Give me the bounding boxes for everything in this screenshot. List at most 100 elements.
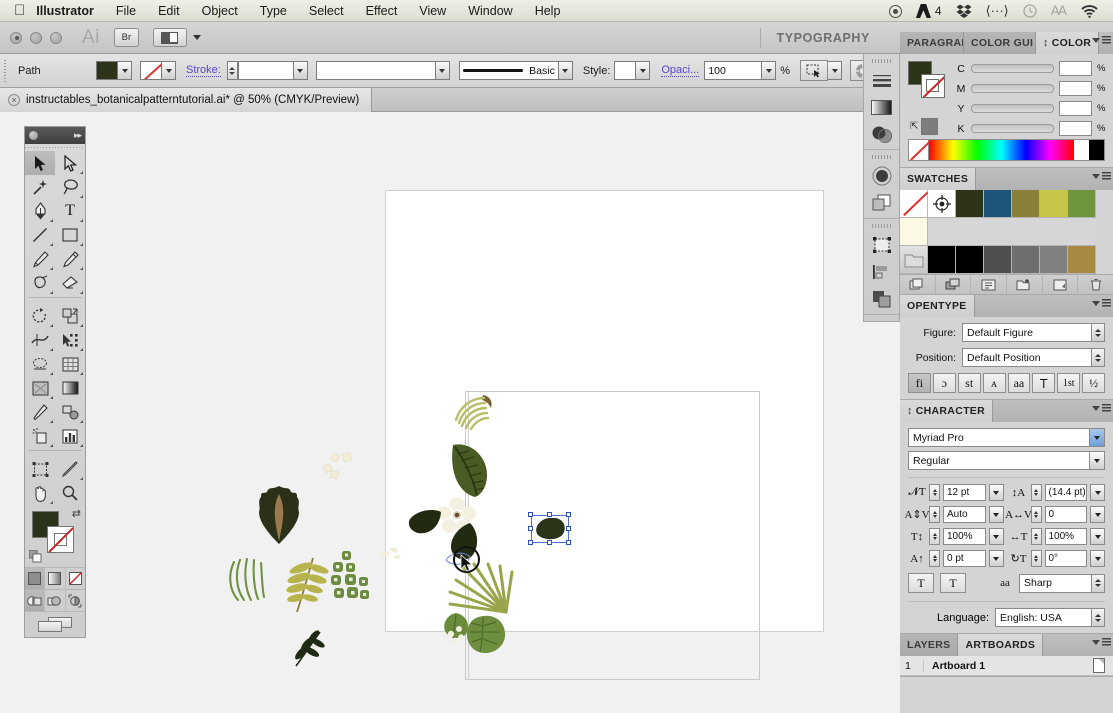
artboards-panel-menu[interactable] [1092, 638, 1111, 646]
fractions-button[interactable]: ½ [1082, 373, 1105, 393]
graphic-styles-panel-icon[interactable] [871, 193, 893, 213]
horizontal-scale-field[interactable]: 100% [1044, 528, 1087, 545]
opacity-control[interactable]: 100 [704, 61, 777, 80]
baseline-shift-stepper[interactable] [929, 550, 940, 567]
leading-stepper[interactable] [1030, 484, 1042, 501]
selection-handle-br[interactable] [566, 540, 571, 545]
language-stepper-icon[interactable] [1091, 608, 1105, 627]
striped-circle-leaf[interactable] [228, 556, 270, 602]
dropbox-icon[interactable] [949, 4, 979, 19]
close-window-button[interactable] [10, 31, 22, 44]
swatch-empty-4[interactable] [1012, 218, 1040, 246]
artboard-tool[interactable] [25, 457, 55, 481]
channel-slider-m[interactable] [971, 84, 1054, 93]
color-spectrum-ramp[interactable] [908, 139, 1105, 161]
opacity-label[interactable]: Opaci... [661, 64, 700, 77]
appearance-panel-icon[interactable] [871, 166, 893, 186]
selection-handle-mr[interactable] [566, 526, 571, 531]
ordinals-button[interactable]: 1st [1057, 373, 1081, 393]
artboard-row[interactable]: 1 Artboard 1 [900, 656, 1113, 676]
graphic-style-control[interactable] [614, 61, 651, 80]
width-tool[interactable] [25, 328, 55, 352]
leading-control[interactable]: ↕A (14.4 pt) [1010, 484, 1105, 501]
selection-handle-tr[interactable] [566, 512, 571, 517]
menu-window[interactable]: Window [457, 4, 523, 18]
swatch-empty-5[interactable] [1040, 218, 1068, 246]
channel-value-y[interactable] [1059, 101, 1092, 116]
menu-effect[interactable]: Effect [355, 4, 409, 18]
vertical-scale-field[interactable]: 100% [943, 528, 986, 545]
font-style-combo[interactable]: Regular [908, 451, 1105, 470]
swatches-panel-menu[interactable] [1092, 172, 1111, 180]
new-swatch-button[interactable] [1043, 275, 1079, 294]
menu-object[interactable]: Object [191, 4, 249, 18]
default-fill-stroke-icon[interactable] [28, 549, 42, 563]
hand-tool[interactable] [25, 481, 55, 505]
menu-view[interactable]: View [408, 4, 457, 18]
channel-value-m[interactable] [1059, 81, 1092, 96]
channel-value-k[interactable] [1059, 121, 1092, 136]
arrange-documents-chevron-icon[interactable] [192, 35, 201, 40]
selection-handle-tc[interactable] [547, 512, 552, 517]
underline-button[interactable]: T [908, 573, 934, 593]
discretionary-ligatures-button[interactable]: st [957, 373, 981, 393]
stylistic-alternates-button[interactable]: aa [1007, 373, 1031, 393]
blob-brush-tool[interactable] [25, 271, 55, 295]
gradient-fill-mode-button[interactable] [45, 568, 66, 589]
slice-tool[interactable] [55, 457, 85, 481]
swatch-yellow-green[interactable] [1040, 190, 1068, 218]
language-select[interactable]: English: USA [995, 608, 1105, 627]
apple-menu-icon[interactable]:  [14, 3, 25, 18]
rectangle-tool[interactable] [55, 223, 85, 247]
swatch-khaki[interactable] [1012, 190, 1040, 218]
draw-behind-button[interactable] [45, 590, 66, 611]
strikethrough-button[interactable]: T [940, 573, 966, 593]
workspace-switcher[interactable]: TYPOGRAPHY [776, 31, 870, 45]
paintbrush-tool[interactable] [25, 247, 55, 271]
adobe-cc-icon[interactable]: 4 [909, 4, 949, 18]
symbol-sprayer-tool[interactable] [25, 424, 55, 448]
select-similar-dropdown-arrow[interactable] [828, 61, 843, 80]
menu-select[interactable]: Select [298, 4, 355, 18]
panel-grip[interactable] [871, 59, 892, 63]
swatch-tan[interactable] [1068, 246, 1096, 274]
pencil-tool[interactable] [55, 247, 85, 271]
selection-tool[interactable] [25, 151, 55, 175]
kerning-stepper[interactable] [929, 506, 940, 523]
tab-artboards[interactable]: ARTBOARDS [958, 634, 1044, 656]
figure-select[interactable]: Default Figure [962, 323, 1105, 342]
menu-help[interactable]: Help [524, 4, 572, 18]
wifi-icon[interactable] [1074, 4, 1105, 18]
perspective-grid-tool[interactable] [25, 352, 55, 376]
gradient-mesh-tool[interactable] [25, 376, 55, 400]
swatch-empty-3[interactable] [984, 218, 1012, 246]
swatch-gray-1[interactable] [1012, 246, 1040, 274]
stroke-weight-stepper[interactable] [226, 61, 238, 80]
horizontal-scale-dropdown-arrow[interactable] [1090, 528, 1105, 545]
veined-leaf-green[interactable] [447, 439, 493, 499]
stroke-dropdown-arrow[interactable] [162, 61, 176, 80]
horizontal-scale-control[interactable]: ↔T 100% [1010, 528, 1105, 545]
baseline-shift-dropdown-arrow[interactable] [988, 550, 1004, 567]
shape-builder-tool[interactable] [55, 328, 85, 352]
shell-leaf-olive[interactable] [453, 393, 495, 433]
swap-fill-stroke-icon[interactable]: ⇄ [72, 507, 81, 520]
character-panel-menu[interactable] [1092, 404, 1111, 412]
menu-type[interactable]: Type [249, 4, 298, 18]
kerning-control[interactable]: A⇕V Auto [904, 506, 1004, 523]
swatch-libraries-button[interactable] [900, 275, 936, 294]
position-select[interactable]: Default Position [962, 348, 1105, 367]
graphic-style-preview[interactable] [614, 61, 637, 80]
opacity-slider-arrow[interactable] [762, 61, 777, 80]
tracking-dropdown-arrow[interactable] [1090, 506, 1105, 523]
swatch-dark-olive[interactable] [956, 190, 984, 218]
tracking-stepper[interactable] [1030, 506, 1042, 523]
swatch-options-button[interactable] [971, 275, 1008, 294]
oak-leaf-dark[interactable] [255, 484, 303, 546]
anti-alias-stepper-icon[interactable] [1091, 573, 1105, 593]
pathfinder-panel-icon[interactable] [871, 289, 893, 309]
stroke-profile-field[interactable] [315, 61, 436, 80]
fill-color-control[interactable] [96, 61, 132, 80]
code-brackets-icon[interactable]: ⟨···⟩ [979, 3, 1016, 19]
zoom-tool[interactable] [55, 481, 85, 505]
